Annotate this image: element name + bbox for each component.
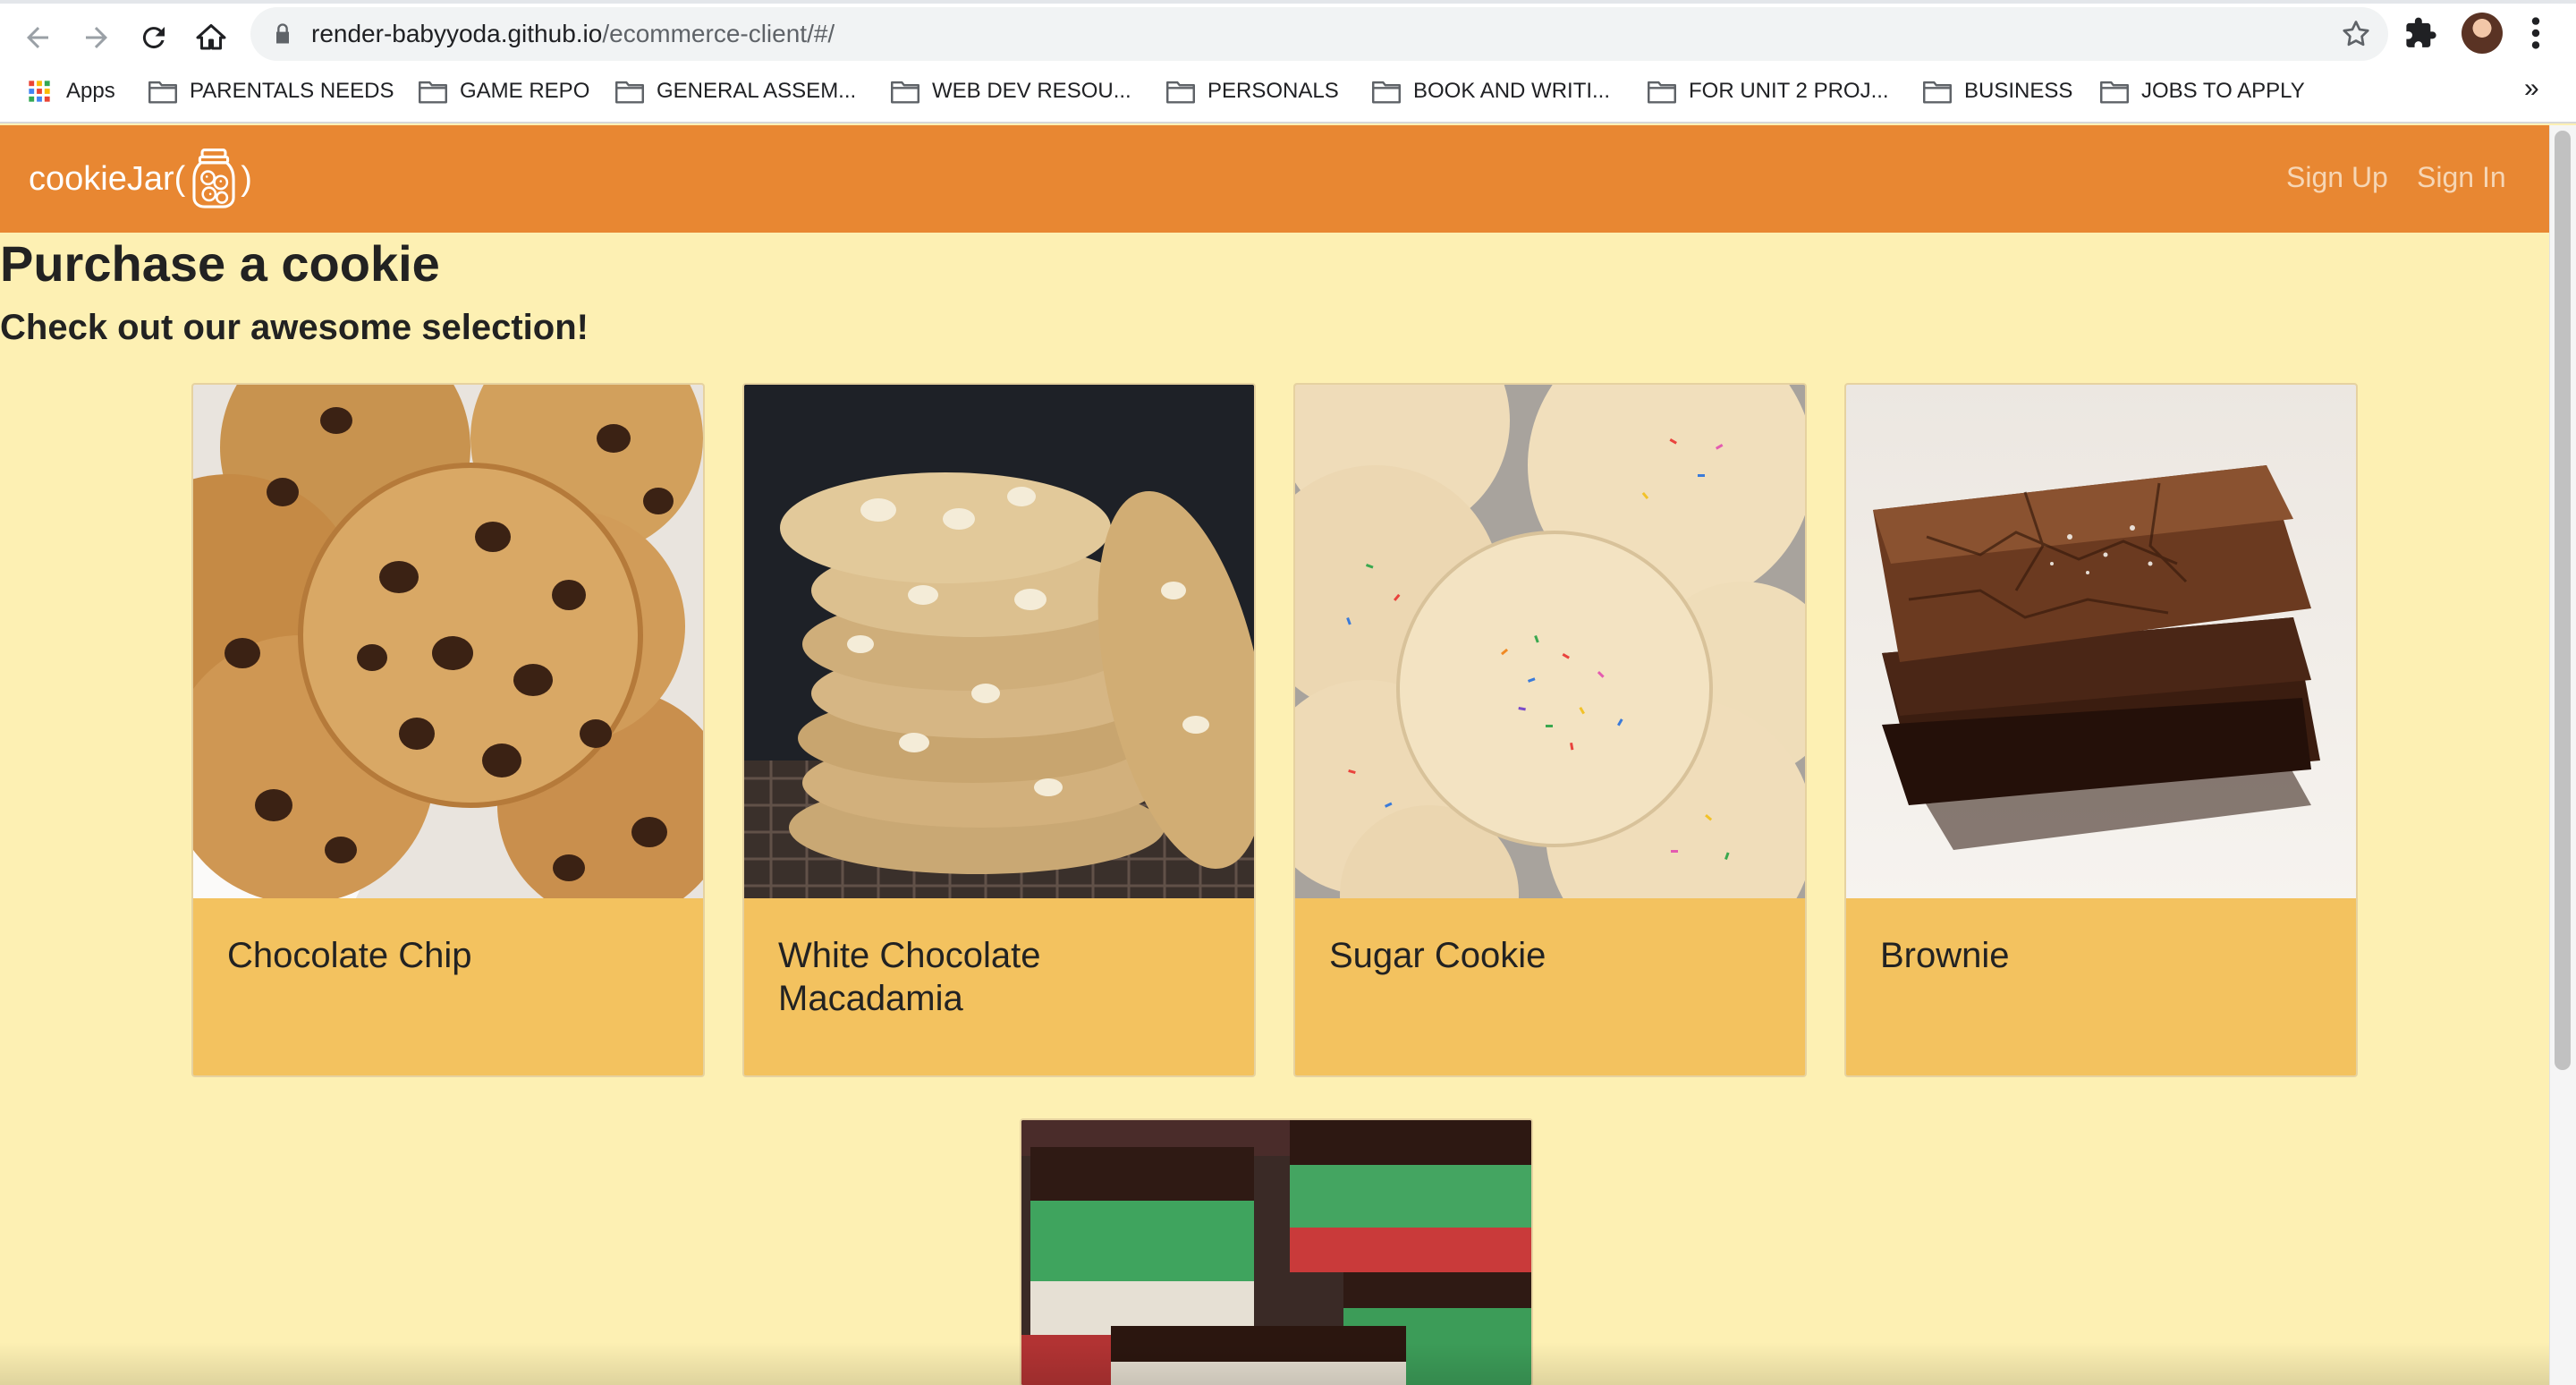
browser-chrome: render-babyyoda.github.io/ecommerce-clie…	[0, 0, 2576, 123]
product-card-brownie[interactable]: Brownie	[1844, 383, 2358, 1077]
page-title: Purchase a cookie	[0, 235, 440, 292]
page-subtitle: Check out our awesome selection!	[0, 308, 589, 347]
bookmark-label: FOR UNIT 2 PROJ...	[1689, 79, 1889, 103]
folder-icon	[1923, 81, 1952, 104]
folder-icon	[1372, 81, 1401, 104]
bookmark-label: BUSINESS	[1964, 79, 2073, 103]
address-bar[interactable]: render-babyyoda.github.io/ecommerce-clie…	[250, 7, 2388, 61]
chocolate-chip-cookie-photo	[193, 385, 703, 898]
brand-paren: )	[241, 159, 252, 198]
bookmark-label: Apps	[66, 79, 115, 103]
folder-icon	[615, 81, 644, 104]
white-chocolate-macadamia-photo	[744, 385, 1254, 898]
cookie-jar-icon	[192, 149, 235, 208]
bookmarks-bar: Apps PARENTALS NEEDS GAME REPO GENERAL A…	[0, 70, 2576, 113]
bookmark-label: PARENTALS NEEDS	[190, 79, 394, 103]
back-arrow-icon	[27, 27, 48, 48]
url-path: /ecommerce-client/#/	[602, 20, 835, 47]
folder-icon	[1166, 81, 1195, 104]
bookmark-label: GAME REPO	[460, 79, 590, 103]
bookmark-folder[interactable]: WEB DEV RESOU...	[891, 70, 1131, 113]
apps-grid-icon	[29, 81, 50, 102]
product-card-rainbow-cookie[interactable]	[1020, 1118, 1533, 1385]
brownie-photo	[1846, 385, 2356, 898]
product-card-chocolate-chip[interactable]: Chocolate Chip	[191, 383, 705, 1077]
brand-logo[interactable]: cookieJar( )	[29, 149, 252, 208]
product-card-sugar-cookie[interactable]: Sugar Cookie	[1293, 383, 1807, 1077]
bookmark-apps[interactable]: Apps	[25, 70, 115, 113]
product-name: Chocolate Chip	[227, 936, 472, 975]
sign-up-link[interactable]: Sign Up	[2286, 161, 2388, 194]
back-button[interactable]	[13, 13, 63, 63]
reload-icon	[142, 27, 165, 49]
bookmark-folder[interactable]: GAME REPO	[419, 70, 589, 113]
url-host: render-babyyoda.github.io	[311, 20, 603, 47]
profile-avatar[interactable]	[2462, 13, 2503, 54]
bookmark-folder[interactable]: BUSINESS	[1923, 70, 2072, 113]
folder-icon	[1648, 81, 1676, 104]
bookmark-label: GENERAL ASSEM...	[657, 79, 857, 103]
product-card-white-chocolate-macadamia[interactable]: White Chocolate Macadamia	[742, 383, 1256, 1077]
product-name: Sugar Cookie	[1329, 936, 1546, 975]
product-name: White Chocolate Macadamia	[778, 936, 1041, 1018]
bookmarks-overflow-button[interactable]: »	[2524, 73, 2539, 104]
bookmark-label: BOOK AND WRITI...	[1413, 79, 1611, 103]
extensions-puzzle-icon[interactable]	[2404, 16, 2438, 50]
forward-button[interactable]	[72, 13, 122, 63]
sign-in-link[interactable]: Sign In	[2417, 161, 2506, 194]
home-button[interactable]	[186, 13, 236, 63]
bookmark-folder[interactable]: PARENTALS NEEDS	[148, 70, 394, 113]
tab-strip-edge	[0, 0, 2576, 4]
bookmark-folder[interactable]: BOOK AND WRITI...	[1372, 70, 1610, 113]
more-menu-icon[interactable]	[2522, 13, 2549, 54]
bookmark-folder[interactable]: GENERAL ASSEM...	[615, 70, 856, 113]
bookmark-folder[interactable]: FOR UNIT 2 PROJ...	[1648, 70, 1889, 113]
brand-name: cookieJar(	[29, 159, 186, 198]
folder-icon	[891, 81, 919, 104]
product-name: Brownie	[1880, 936, 2010, 975]
bookmark-label: WEB DEV RESOU...	[932, 79, 1131, 103]
bookmark-label: JOBS TO APPLY	[2141, 79, 2305, 103]
app-navbar: cookieJar( ) Sign Up Sign In	[0, 125, 2549, 233]
home-icon	[196, 24, 226, 50]
lock-icon	[276, 23, 289, 44]
folder-icon	[2100, 81, 2129, 104]
bookmark-star-icon[interactable]	[2340, 18, 2372, 50]
reload-button[interactable]	[129, 13, 179, 63]
rainbow-cookie-photo	[1021, 1120, 1531, 1385]
bookmark-folder[interactable]: JOBS TO APPLY	[2100, 70, 2305, 113]
scrollbar-thumb[interactable]	[2555, 131, 2571, 1070]
forward-arrow-icon	[86, 27, 107, 48]
url-text: render-babyyoda.github.io/ecommerce-clie…	[311, 7, 835, 61]
bookmark-folder[interactable]: PERSONALS	[1166, 70, 1339, 113]
folder-icon	[148, 81, 177, 104]
bookmark-label: PERSONALS	[1208, 79, 1339, 103]
sugar-cookie-photo	[1295, 385, 1805, 898]
folder-icon	[419, 81, 447, 104]
